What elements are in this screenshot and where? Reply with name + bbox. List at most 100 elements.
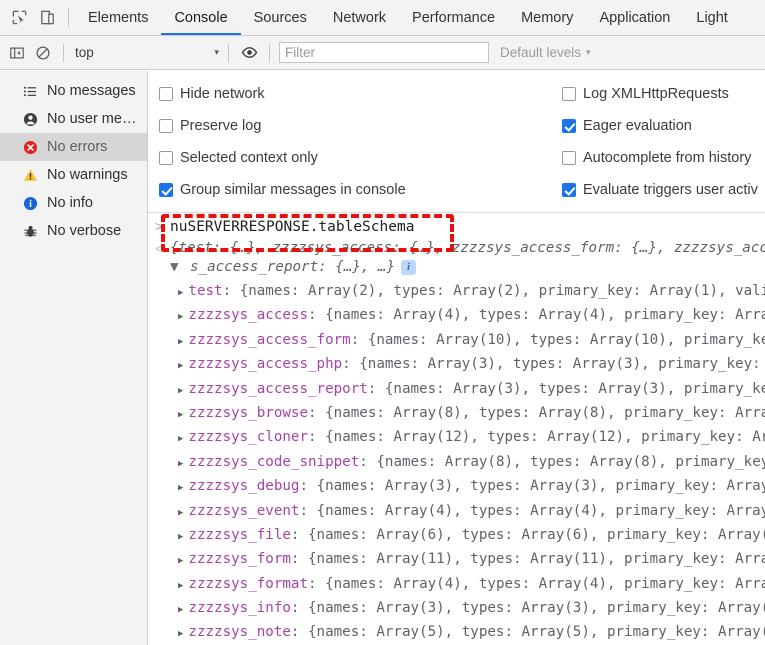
table-row[interactable]: ▶ test: {names: Array(2), types: Array(2)… — [148, 279, 765, 303]
disclosure-triangle-icon[interactable]: ▼ — [170, 258, 184, 277]
property-key: zzzzsys_access_report — [188, 380, 368, 397]
tab-elements[interactable]: Elements — [75, 0, 161, 35]
device-toolbar-icon[interactable] — [34, 5, 60, 31]
table-row[interactable]: ▶ zzzzsys_access_php: {names: Array(3), t… — [148, 352, 765, 376]
sidebar-item-label: No user me… — [47, 111, 137, 127]
chevron-down-icon: ▾ — [586, 47, 591, 57]
show-console-sidebar-icon[interactable] — [4, 40, 30, 66]
table-row[interactable]: ▶ zzzzsys_note: {names: Array(5), types: … — [148, 620, 765, 644]
tab-sources[interactable]: Sources — [241, 0, 320, 35]
console-prompt-area: > nuSERVERRESPONSE.tableSchema — [148, 213, 765, 252]
checkbox[interactable] — [562, 151, 576, 165]
checkbox[interactable] — [159, 87, 173, 101]
setting-preserve-log[interactable]: Preserve log — [148, 118, 558, 134]
sidebar-item-label: No errors — [47, 139, 108, 155]
expand-arrow-icon[interactable]: ▶ — [178, 305, 183, 327]
log-levels-selector[interactable]: Default levels ▾ — [500, 45, 591, 60]
sidebar-item-verbose[interactable]: No verbose — [0, 217, 147, 245]
expand-arrow-icon[interactable]: ▶ — [178, 598, 183, 620]
table-row[interactable]: ▶ zzzzsys_info: {names: Array(3), types: … — [148, 596, 765, 620]
sidebar-item-info[interactable]: No info — [0, 189, 147, 217]
devtools-tabbar: Elements Console Sources Network Perform… — [0, 0, 765, 36]
tab-lighthouse[interactable]: Light — [683, 0, 740, 35]
expand-arrow-icon[interactable]: ▶ — [178, 574, 183, 596]
property-value: {names: Array(11), types: Array(11), pri… — [308, 551, 765, 568]
tab-label: Performance — [412, 9, 496, 26]
tab-label: Sources — [253, 9, 307, 26]
expand-arrow-icon[interactable]: ▶ — [178, 403, 183, 425]
property-value: {names: Array(6), types: Array(6), prima… — [308, 526, 765, 543]
expand-arrow-icon[interactable]: ▶ — [178, 476, 183, 498]
tab-network[interactable]: Network — [320, 0, 399, 35]
expand-arrow-icon[interactable]: ▶ — [178, 354, 183, 376]
checkbox[interactable] — [159, 183, 173, 197]
tab-label: Network — [332, 9, 387, 26]
console-prompt-row[interactable]: > nuSERVERRESPONSE.tableSchema — [148, 213, 765, 239]
property-key: zzzzsys_debug — [188, 478, 300, 495]
checkbox[interactable] — [562, 119, 576, 133]
setting-evaluate-triggers-user-activation[interactable]: Evaluate triggers user activ — [558, 182, 765, 198]
sidebar-item-label: No verbose — [47, 223, 122, 239]
clear-console-icon[interactable] — [30, 40, 56, 66]
checkbox[interactable] — [159, 119, 173, 133]
expand-arrow-icon[interactable]: ▶ — [178, 549, 183, 571]
property-value: {names: Array(2), types: Array(2), prima… — [239, 283, 765, 299]
expand-arrow-icon[interactable]: ▶ — [178, 452, 183, 474]
table-row[interactable]: ▶ zzzzsys_form: {names: Array(11), types:… — [148, 547, 765, 571]
sidebar-item-user-messages[interactable]: No user me… — [0, 105, 147, 133]
table-row[interactable]: ▶ zzzzsys_file: {names: Array(6), types: … — [148, 523, 765, 547]
sidebar-item-label: No messages — [47, 83, 136, 99]
execution-context-selector[interactable]: top ▾ — [71, 42, 221, 64]
table-row[interactable]: ▶ zzzzsys_format: {names: Array(4), types… — [148, 572, 765, 596]
property-key: zzzzsys_info — [188, 600, 291, 617]
sidebar-item-warnings[interactable]: No warnings — [0, 161, 147, 189]
setting-autocomplete-from-history[interactable]: Autocomplete from history — [558, 150, 765, 166]
table-row[interactable]: ▶ zzzzsys_event: {names: Array(4), types:… — [148, 499, 765, 523]
tab-console[interactable]: Console — [161, 0, 241, 35]
console-input[interactable]: nuSERVERRESPONSE.tableSchema — [170, 217, 414, 237]
setting-group-similar-messages[interactable]: Group similar messages in console — [148, 182, 558, 198]
expand-arrow-icon[interactable]: ▶ — [178, 379, 183, 401]
sidebar-item-errors[interactable]: No errors — [0, 133, 147, 161]
table-row[interactable]: ▶ zzzzsys_access: {names: Array(4), types… — [148, 303, 765, 327]
setting-label: Hide network — [180, 86, 265, 102]
tab-performance[interactable]: Performance — [399, 0, 508, 35]
setting-selected-context-only[interactable]: Selected context only — [148, 150, 558, 166]
expand-arrow-icon[interactable]: ▶ — [178, 525, 183, 547]
table-row[interactable]: ▶ zzzzsys_access_form: {names: Array(10),… — [148, 328, 765, 352]
table-row[interactable]: ▶ zzzzsys_cloner: {names: Array(12), type… — [148, 425, 765, 449]
info-icon — [22, 195, 38, 211]
tab-application[interactable]: Application — [586, 0, 683, 35]
checkbox[interactable] — [562, 183, 576, 197]
expand-arrow-icon[interactable]: ▶ — [178, 427, 183, 449]
expand-arrow-icon[interactable]: ▶ — [178, 622, 183, 644]
setting-log-xhr[interactable]: Log XMLHttpRequests — [558, 86, 765, 102]
setting-hide-network[interactable]: Hide network — [148, 86, 558, 102]
property-value: {names: Array(4), types: Array(4), prima… — [325, 307, 765, 324]
checkbox[interactable] — [159, 151, 173, 165]
table-row[interactable]: ▶ zzzzsys_code_snippet: {names: Array(8),… — [148, 450, 765, 474]
property-value: {names: Array(3), types: Array(3), prima… — [384, 380, 765, 397]
console-sidebar: No messages No user me… No errors No war… — [0, 71, 148, 645]
execution-context-value: top — [75, 45, 94, 60]
settings-row: Group similar messages in console Evalua… — [148, 174, 765, 206]
live-expression-icon[interactable] — [236, 40, 262, 66]
settings-row: Preserve log Eager evaluation — [148, 110, 765, 142]
checkbox[interactable] — [562, 87, 576, 101]
user-icon — [22, 111, 38, 127]
property-value: {names: Array(10), types: Array(10), pri… — [367, 331, 765, 348]
table-row[interactable]: ▶ zzzzsys_browse: {names: Array(8), types… — [148, 401, 765, 425]
info-badge-icon[interactable]: i — [401, 260, 416, 275]
filter-input[interactable]: Filter — [279, 42, 489, 63]
table-row[interactable]: ▶ zzzzsys_debug: {names: Array(3), types:… — [148, 474, 765, 498]
property-value: {names: Array(3), types: Array(3), prima… — [359, 356, 761, 373]
table-row[interactable]: ▶ zzzzsys_access_report: {names: Array(3)… — [148, 377, 765, 401]
expand-arrow-icon[interactable]: ▶ — [178, 281, 183, 303]
setting-label: Preserve log — [180, 118, 262, 134]
expand-arrow-icon[interactable]: ▶ — [178, 501, 183, 523]
inspect-element-icon[interactable] — [6, 5, 32, 31]
tab-memory[interactable]: Memory — [508, 0, 586, 35]
setting-eager-evaluation[interactable]: Eager evaluation — [558, 118, 765, 134]
sidebar-item-messages[interactable]: No messages — [0, 77, 147, 105]
expand-arrow-icon[interactable]: ▶ — [178, 330, 183, 352]
